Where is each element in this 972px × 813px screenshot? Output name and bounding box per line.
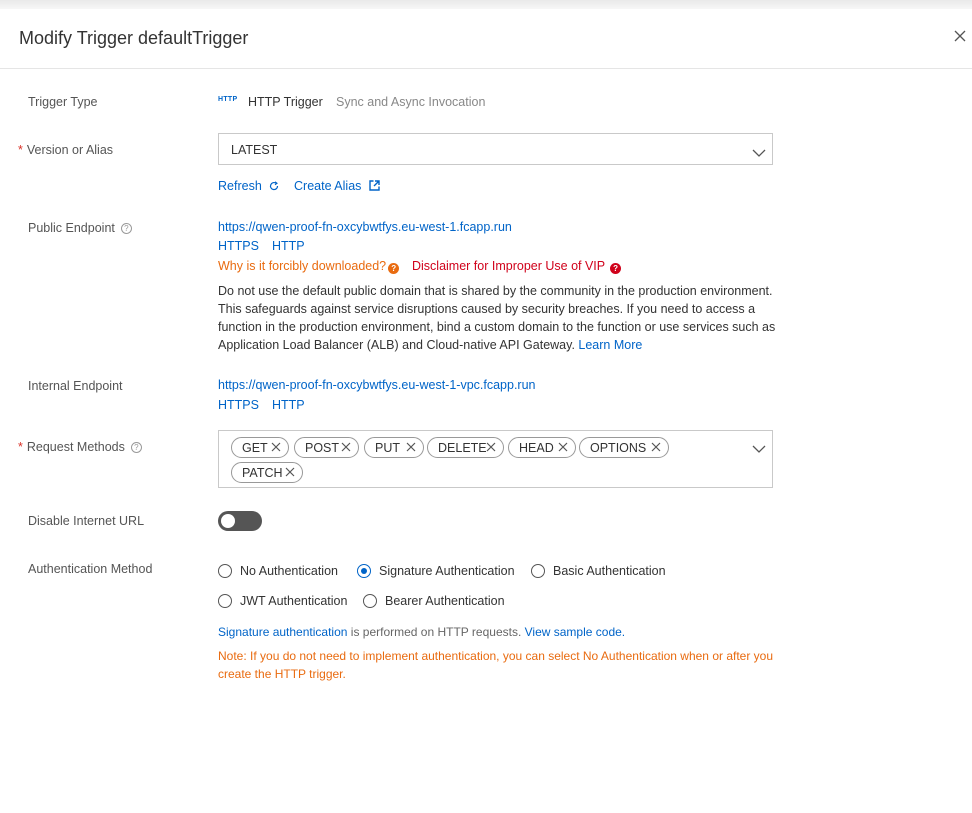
warning-text: Do not use the default public domain tha… [218, 284, 776, 352]
tag-label: DELETE [438, 441, 487, 455]
chevron-down-icon [752, 441, 766, 453]
disable-internet-url-toggle[interactable] [218, 511, 262, 531]
dialog-title: Modify Trigger defaultTrigger [19, 28, 249, 48]
tag-label: GET [242, 441, 268, 455]
internal-http-link[interactable]: HTTP [272, 398, 305, 412]
remove-tag-icon[interactable] [406, 441, 416, 452]
radio-circle [218, 594, 232, 608]
chevron-down-icon [752, 145, 766, 157]
version-or-alias-label: * Version or Alias [18, 143, 113, 157]
why-download-text: Why is it forcibly downloaded? [218, 259, 387, 273]
tag-label: POST [305, 441, 340, 455]
radio-circle [531, 564, 545, 578]
public-endpoint-url[interactable]: https://qwen-proof-fn-oxcybwtfys.eu-west… [218, 220, 512, 234]
trigger-type-label: Trigger Type [28, 95, 98, 109]
disable-internet-url-label: Disable Internet URL [28, 514, 145, 528]
radio-label: Signature Authentication [379, 564, 515, 578]
refresh-icon [269, 180, 279, 194]
learn-more-link[interactable]: Learn More [578, 338, 642, 352]
request-methods-label: * Request Methods? [18, 440, 142, 454]
authentication-note: Note: If you do not need to implement au… [218, 649, 774, 681]
signature-authentication-link[interactable]: Signature authentication [218, 625, 347, 639]
radio-label: No Authentication [240, 564, 338, 578]
remove-tag-icon[interactable] [271, 441, 281, 452]
method-tag-get: GET [231, 437, 289, 458]
radio-circle [363, 594, 377, 608]
radio-label: Bearer Authentication [385, 594, 505, 608]
question-icon: ? [388, 263, 400, 274]
why-download-link[interactable]: Why is it forcibly downloaded?? [218, 259, 400, 274]
question-icon: ? [610, 263, 622, 274]
remove-tag-icon[interactable] [558, 441, 568, 452]
method-tag-post: POST [294, 437, 359, 458]
remove-tag-icon[interactable] [341, 441, 351, 452]
create-alias-link[interactable]: Create Alias [294, 179, 380, 194]
help-icon[interactable]: ? [120, 223, 132, 234]
authentication-info: Signature authentication is performed on… [218, 625, 625, 639]
trigger-type-name: HTTP Trigger [248, 95, 323, 109]
dialog-header: Modify Trigger defaultTrigger [0, 9, 972, 69]
internal-endpoint-label: Internal Endpoint [28, 379, 123, 393]
required-mark: * [18, 143, 23, 157]
external-link-icon [369, 180, 380, 194]
refresh-link[interactable]: Refresh [218, 179, 279, 194]
modify-trigger-dialog: Modify Trigger defaultTrigger Trigger Ty… [0, 9, 972, 813]
refresh-label: Refresh [218, 179, 262, 193]
required-mark: * [18, 440, 23, 454]
close-icon[interactable] [953, 29, 969, 45]
public-endpoint-text: Public Endpoint [28, 221, 115, 235]
remove-tag-icon[interactable] [285, 466, 295, 477]
tag-label: PATCH [242, 466, 283, 480]
radio-circle-selected [357, 564, 371, 578]
authentication-method-label: Authentication Method [28, 562, 153, 576]
view-sample-code-link[interactable]: View sample code. [525, 625, 626, 639]
request-methods-select[interactable]: GET POST PUT DELETE HEAD OPTIONS PATCH [218, 430, 773, 488]
internal-endpoint-url[interactable]: https://qwen-proof-fn-oxcybwtfys.eu-west… [218, 378, 536, 392]
internal-https-link[interactable]: HTTPS [218, 398, 259, 412]
tag-label: PUT [375, 441, 400, 455]
public-endpoint-warning: Do not use the default public domain tha… [218, 282, 778, 354]
radio-label: Basic Authentication [553, 564, 666, 578]
toggle-knob [221, 514, 235, 528]
top-shadow-strip [0, 0, 972, 9]
disclaimer-link[interactable]: Disclaimer for Improper Use of VIP? [412, 259, 622, 274]
remove-tag-icon[interactable] [651, 441, 661, 452]
http-icon: HTTP [218, 96, 238, 103]
tag-label: OPTIONS [590, 441, 647, 455]
method-tag-options: OPTIONS [579, 437, 669, 458]
method-tag-put: PUT [364, 437, 424, 458]
version-select[interactable]: LATEST [218, 133, 773, 165]
method-tag-patch: PATCH [231, 462, 303, 483]
trigger-type-mode: Sync and Async Invocation [336, 95, 486, 109]
tag-label: HEAD [519, 441, 554, 455]
public-http-link[interactable]: HTTP [272, 239, 305, 253]
create-alias-label: Create Alias [294, 179, 362, 193]
public-endpoint-label: Public Endpoint? [28, 221, 132, 235]
method-tag-delete: DELETE [427, 437, 504, 458]
method-tag-head: HEAD [508, 437, 576, 458]
version-or-alias-text: Version or Alias [26, 143, 114, 157]
authentication-info-text: is performed on HTTP requests. [347, 625, 525, 639]
remove-tag-icon[interactable] [486, 441, 496, 452]
radio-label: JWT Authentication [240, 594, 348, 608]
public-https-link[interactable]: HTTPS [218, 239, 259, 253]
version-select-value: LATEST [231, 143, 278, 157]
radio-circle [218, 564, 232, 578]
help-icon[interactable]: ? [130, 442, 142, 453]
disclaimer-text: Disclaimer for Improper Use of VIP [412, 259, 606, 273]
request-methods-text: Request Methods [26, 440, 125, 454]
